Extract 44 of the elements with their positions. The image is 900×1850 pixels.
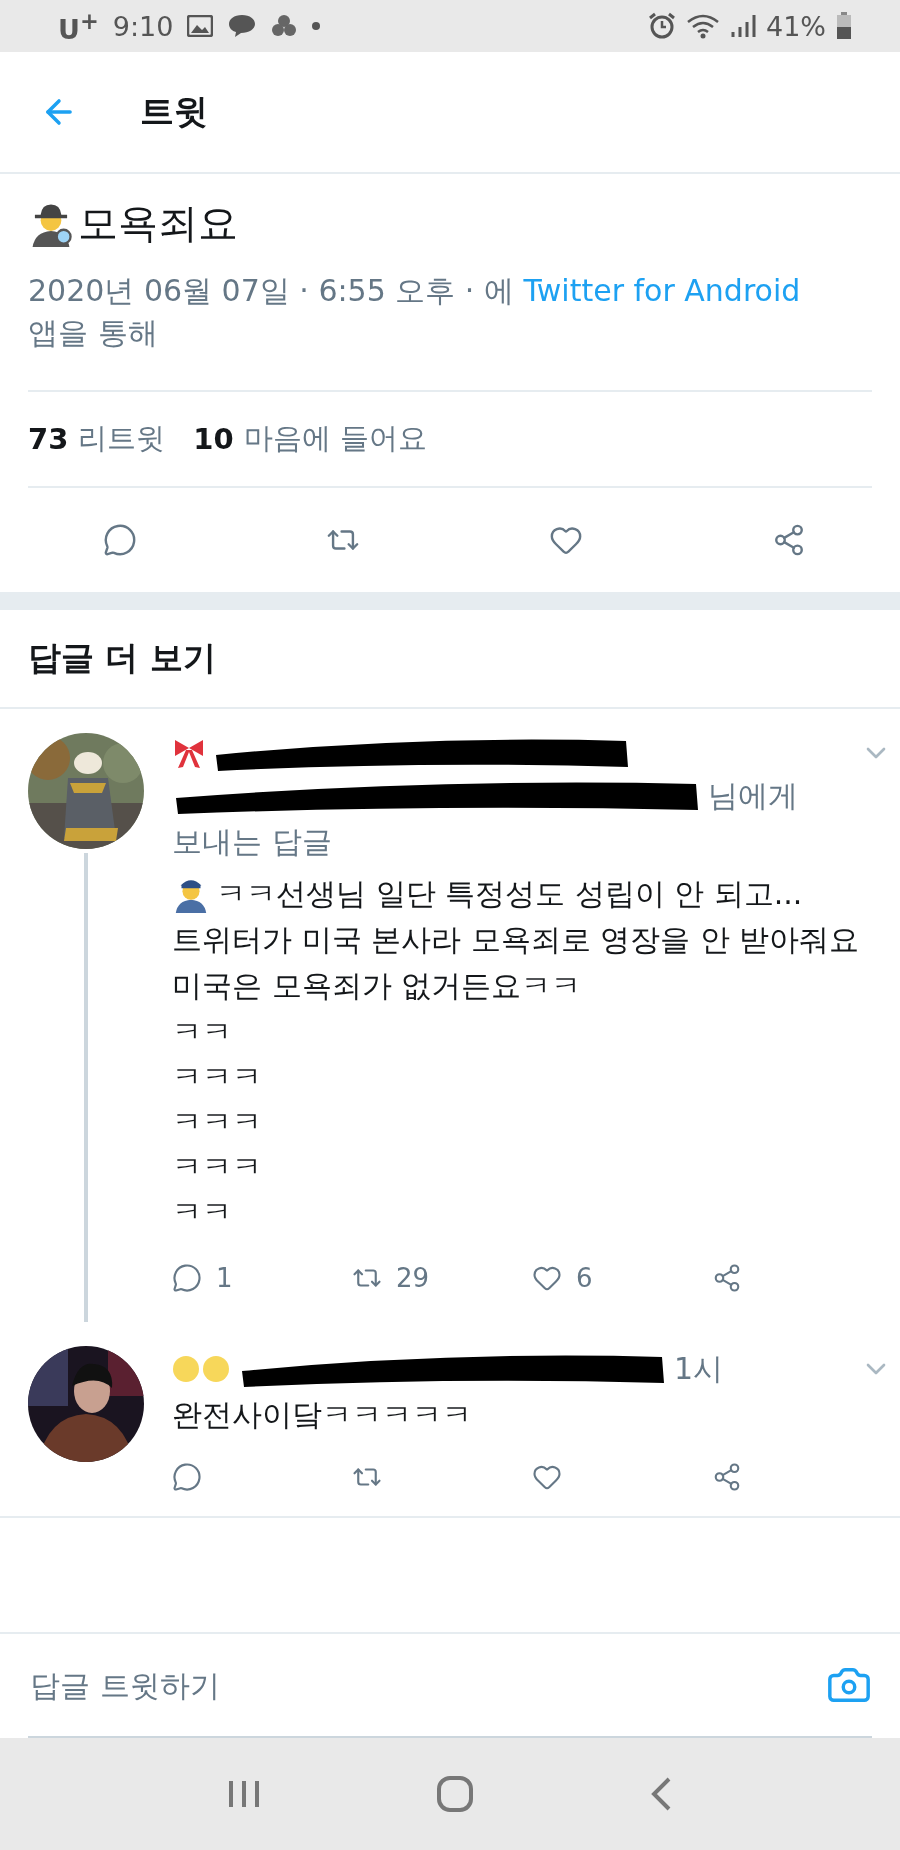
stat-label: 마음에 들어요: [243, 420, 427, 457]
share-icon[interactable]: [712, 1263, 742, 1293]
section-heading: 답글 더 보기: [0, 610, 900, 709]
tweet-meta: 앱을 통해: [28, 314, 159, 352]
reply-icon[interactable]: [172, 1462, 202, 1492]
reply-to-label: 님에게: [708, 777, 798, 815]
stat-label: 리트윗: [78, 420, 166, 457]
chat-bubble-icon: [227, 13, 258, 39]
tweet-meta: 2020년 06월 07일 · 6:55 오후 · 에 Twitter for Android: [28, 272, 802, 310]
carrier-label: U$^{+}$: [58, 7, 99, 45]
clock-time: 9:10: [112, 10, 174, 42]
battery-percent: 41%: [766, 10, 826, 42]
clover-icon: [271, 14, 298, 38]
reply-to-label: 보내는 답글: [172, 823, 332, 861]
action-count: 1: [216, 1263, 233, 1293]
emoji-icon: [172, 1354, 232, 1384]
reply-text: ㅋㅋ: [172, 1193, 232, 1231]
signal-icon: [730, 13, 756, 39]
source-link[interactable]: Twitter for Android: [523, 273, 801, 308]
reply-text: ㅋㅋㅋ: [172, 1148, 262, 1186]
reply-text: ㅋㅋ선생님 일단 특정성도 성립이 안 되고...: [216, 875, 803, 913]
reply-text: ㅋㅋㅋ: [172, 1058, 262, 1096]
reply-time: 1시: [674, 1350, 724, 1388]
stat-count: 10: [193, 422, 234, 456]
reply-text: ㅋㅋㅋ: [172, 1103, 262, 1141]
page-title: 트윗: [140, 90, 208, 133]
reply-text: 트위터가 미국 본사라 모욕죄로 영장을 안 받아줘요: [172, 921, 860, 959]
dot-icon: [311, 21, 322, 31]
tweet-text: 모욕죄요: [78, 199, 238, 248]
home-icon[interactable]: [436, 1775, 474, 1813]
action-count: 6: [576, 1263, 593, 1293]
share-icon[interactable]: [712, 1462, 742, 1492]
reply-icon[interactable]: [102, 523, 137, 557]
reply-text: 미국은 모욕죄가 없거든요ㅋㅋ: [172, 967, 582, 1005]
gallery-icon: [187, 15, 214, 37]
reply-text: ㅋㅋ: [172, 1013, 232, 1051]
wifi-icon: [686, 13, 720, 39]
recent-apps-icon[interactable]: [227, 1779, 262, 1809]
reply-icon[interactable]: [172, 1263, 202, 1293]
battery-icon: [836, 12, 852, 40]
reply-text: 완전사이닼ㅋㅋㅋㅋㅋ: [172, 1396, 472, 1434]
alarm-icon: [648, 12, 676, 40]
action-count: 29: [396, 1263, 430, 1293]
stat-count: 73: [28, 422, 69, 456]
